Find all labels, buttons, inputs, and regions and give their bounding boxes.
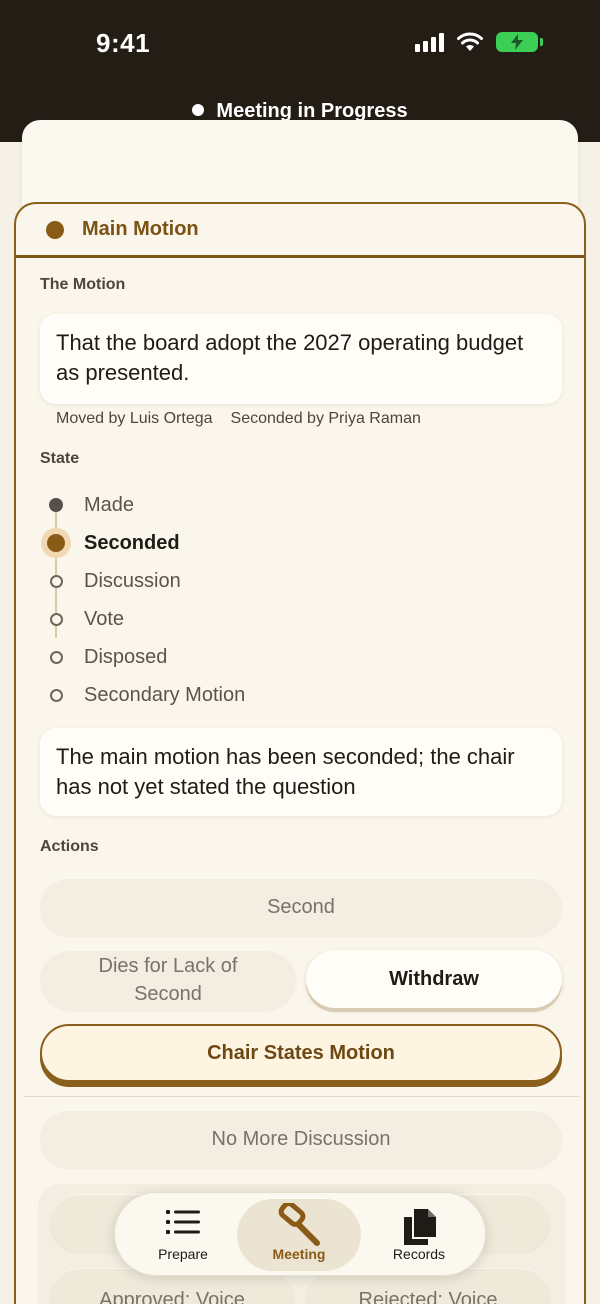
state-pending-icon bbox=[49, 612, 63, 626]
state-item-made: Made bbox=[40, 486, 440, 524]
chair-states-motion-button[interactable]: Chair States Motion bbox=[40, 1024, 562, 1082]
state-label: Discussion bbox=[84, 569, 181, 592]
state-current-icon bbox=[41, 528, 71, 558]
documents-icon bbox=[404, 1209, 436, 1245]
tab-label: Prepare bbox=[158, 1246, 208, 1262]
second-button[interactable]: Second bbox=[40, 878, 562, 936]
state-list: Made Seconded Discussion Vote Disposed S… bbox=[40, 486, 440, 714]
tab-prepare[interactable]: Prepare bbox=[121, 1199, 245, 1271]
meeting-status-label: Meeting in Progress bbox=[216, 100, 408, 122]
status-time: 9:41 bbox=[96, 28, 151, 58]
state-note: The main motion has been seconded; the c… bbox=[40, 728, 562, 816]
state-label: Seconded bbox=[84, 531, 180, 554]
actions-divider bbox=[24, 1096, 580, 1097]
moved-by: Moved by Luis Ortega bbox=[56, 410, 213, 427]
tab-records[interactable]: Records bbox=[357, 1199, 481, 1271]
section-label-actions: Actions bbox=[40, 838, 99, 855]
state-item-discussion: Discussion bbox=[40, 562, 440, 600]
tab-meeting[interactable]: Meeting bbox=[237, 1199, 361, 1271]
section-label-motion: The Motion bbox=[40, 276, 126, 293]
state-complete-icon bbox=[49, 498, 63, 512]
motion-text: That the board adopt the 2027 operating … bbox=[40, 314, 562, 404]
withdraw-button[interactable]: Withdraw bbox=[306, 950, 562, 1008]
dies-for-lack-of-second-button[interactable]: Dies for Lack of Second bbox=[40, 950, 296, 1010]
tab-label: Records bbox=[392, 1246, 446, 1262]
state-label: Disposed bbox=[84, 645, 168, 668]
list-icon bbox=[166, 1210, 200, 1234]
battery-charging-icon bbox=[496, 32, 543, 52]
state-item-disposed: Disposed bbox=[40, 638, 440, 676]
card-title: Main Motion bbox=[82, 218, 199, 240]
state-item-vote: Vote bbox=[40, 600, 440, 638]
gavel-icon bbox=[278, 1203, 320, 1246]
app-screen: 9:41 Meeting in Progress Main Motion The… bbox=[0, 0, 600, 1304]
motion-meta: Moved by Luis Ortega Seconded by Priya R… bbox=[56, 410, 421, 428]
tab-label: Meeting bbox=[272, 1246, 326, 1262]
state-item-seconded: Seconded bbox=[40, 524, 440, 562]
state-pending-icon bbox=[49, 650, 63, 664]
card-header: Main Motion bbox=[16, 204, 584, 258]
status-icons bbox=[415, 32, 543, 52]
state-pending-icon bbox=[49, 574, 63, 588]
motion-dot-icon bbox=[46, 220, 64, 239]
seconded-by: Seconded by Priya Raman bbox=[230, 410, 421, 427]
cellular-signal-icon bbox=[415, 32, 444, 52]
wifi-icon bbox=[457, 32, 483, 51]
tab-bar: Prepare Meeting Records bbox=[114, 1192, 486, 1276]
state-label: Vote bbox=[84, 607, 125, 630]
state-item-secondary-motion: Secondary Motion bbox=[40, 676, 440, 714]
state-label: Made bbox=[84, 493, 135, 516]
main-motion-card: Main Motion The Motion That the board ad… bbox=[14, 202, 586, 1304]
state-label: Secondary Motion bbox=[84, 683, 246, 706]
section-label-state: State bbox=[40, 450, 80, 467]
state-pending-icon bbox=[49, 688, 63, 702]
live-dot-icon bbox=[192, 104, 205, 116]
no-more-discussion-button[interactable]: No More Discussion bbox=[40, 1110, 562, 1168]
